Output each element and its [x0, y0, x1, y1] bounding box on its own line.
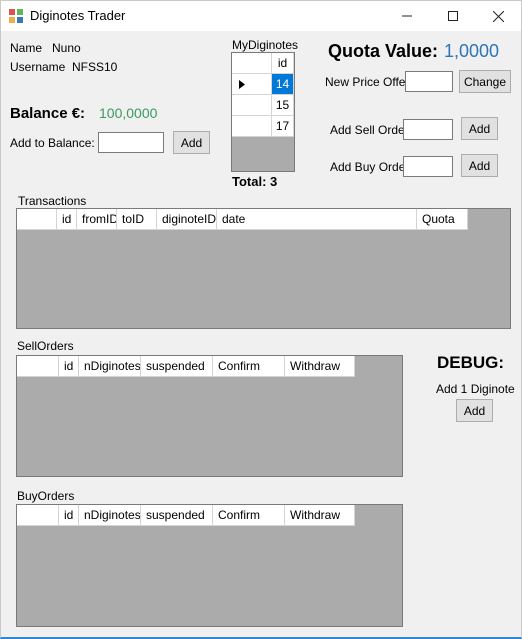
maximize-icon: [448, 11, 458, 21]
new-price-input[interactable]: [405, 71, 453, 92]
sell-orders-grid[interactable]: id nDiginotes suspended Confirm Withdraw: [16, 355, 403, 477]
row-header[interactable]: [232, 116, 272, 137]
diginote-id-cell[interactable]: 17: [272, 116, 294, 137]
add-sell-order-button[interactable]: Add: [461, 117, 498, 140]
name-value: Nuno: [52, 41, 81, 55]
username-label: Username: [10, 60, 66, 74]
buy-orders-header: id nDiginotes suspended Confirm Withdraw: [17, 505, 355, 526]
column-header-confirm[interactable]: Confirm: [213, 505, 285, 526]
diginote-id-cell[interactable]: 15: [272, 95, 294, 116]
minimize-icon: [402, 15, 412, 17]
debug-add-diginote-button[interactable]: Add: [456, 399, 493, 422]
debug-add-label: Add 1 Diginote: [436, 382, 515, 396]
transactions-header: id fromID toID diginoteID date Quota: [17, 209, 468, 230]
transactions-label: Transactions: [18, 194, 87, 208]
current-row-arrow-icon: [239, 80, 245, 89]
column-header-diginote-id[interactable]: diginoteID: [157, 209, 217, 230]
window-title: Diginotes Trader: [30, 8, 126, 23]
app-icon: [9, 9, 23, 23]
column-header-id[interactable]: id: [59, 356, 79, 377]
row-header[interactable]: [232, 74, 272, 95]
column-header-quota[interactable]: Quota: [417, 209, 468, 230]
change-price-button[interactable]: Change: [459, 70, 511, 93]
column-header-row: [17, 209, 57, 230]
add-balance-input[interactable]: [98, 132, 164, 153]
new-price-label: New Price Offer: [325, 75, 410, 89]
balance-value: 100,0000: [99, 105, 158, 121]
column-header-n-diginotes[interactable]: nDiginotes: [79, 356, 141, 377]
add-balance-label: Add to Balance:: [10, 136, 95, 150]
my-diginotes-label: MyDiginotes: [232, 38, 299, 52]
balance-label: Balance €:: [10, 105, 86, 122]
my-diginotes-row[interactable]: 17: [232, 116, 294, 137]
column-header-id[interactable]: id: [59, 505, 79, 526]
row-header[interactable]: [232, 95, 272, 116]
close-button[interactable]: [475, 1, 521, 31]
sell-order-input[interactable]: [403, 119, 453, 140]
column-header-date[interactable]: date: [217, 209, 417, 230]
quota-label: Quota Value:: [328, 41, 439, 61]
sell-orders-label: SellOrders: [17, 339, 74, 353]
column-header-withdraw[interactable]: Withdraw: [285, 356, 355, 377]
column-header-withdraw[interactable]: Withdraw: [285, 505, 355, 526]
sell-orders-header: id nDiginotes suspended Confirm Withdraw: [17, 356, 355, 377]
column-header-from-id[interactable]: fromID: [77, 209, 117, 230]
sell-order-label: Add Sell Order: [330, 123, 409, 137]
column-header-n-diginotes[interactable]: nDiginotes: [79, 505, 141, 526]
column-header-confirm[interactable]: Confirm: [213, 356, 285, 377]
buy-orders-label: BuyOrders: [17, 489, 75, 503]
column-header-row: [17, 356, 59, 377]
transactions-grid[interactable]: id fromID toID diginoteID date Quota: [16, 208, 511, 329]
add-balance-button[interactable]: Add: [173, 131, 210, 154]
add-buy-order-button[interactable]: Add: [461, 154, 498, 177]
my-diginotes-row[interactable]: 15: [232, 95, 294, 116]
diginote-id-cell[interactable]: 14: [272, 74, 294, 95]
row-header-corner: [232, 53, 272, 74]
minimize-button[interactable]: [384, 1, 430, 31]
my-diginotes-row[interactable]: 14: [232, 74, 294, 95]
quota-value: 1,0000: [444, 41, 500, 61]
column-header-row: [17, 505, 59, 526]
column-header-to-id[interactable]: toID: [117, 209, 157, 230]
column-header-id[interactable]: id: [57, 209, 77, 230]
buy-order-label: Add Buy Order: [330, 160, 410, 174]
buy-orders-grid[interactable]: id nDiginotes suspended Confirm Withdraw: [16, 504, 403, 627]
my-diginotes-grid[interactable]: id 14 15 17: [231, 52, 295, 172]
name-label: Name: [10, 41, 43, 55]
diginotes-total: Total: 3: [232, 174, 278, 189]
maximize-button[interactable]: [430, 1, 476, 31]
column-header-id[interactable]: id: [272, 53, 294, 74]
debug-label: DEBUG:: [437, 353, 505, 372]
main-window: Diginotes Trader Name Nuno Username NFSS…: [0, 0, 522, 639]
buy-order-input[interactable]: [403, 156, 453, 177]
my-diginotes-header: id: [232, 53, 294, 74]
column-header-suspended[interactable]: suspended: [141, 356, 213, 377]
close-icon: [492, 10, 504, 22]
username-value: NFSS10: [72, 60, 118, 74]
title-bar: Diginotes Trader: [1, 1, 521, 31]
column-header-suspended[interactable]: suspended: [141, 505, 213, 526]
